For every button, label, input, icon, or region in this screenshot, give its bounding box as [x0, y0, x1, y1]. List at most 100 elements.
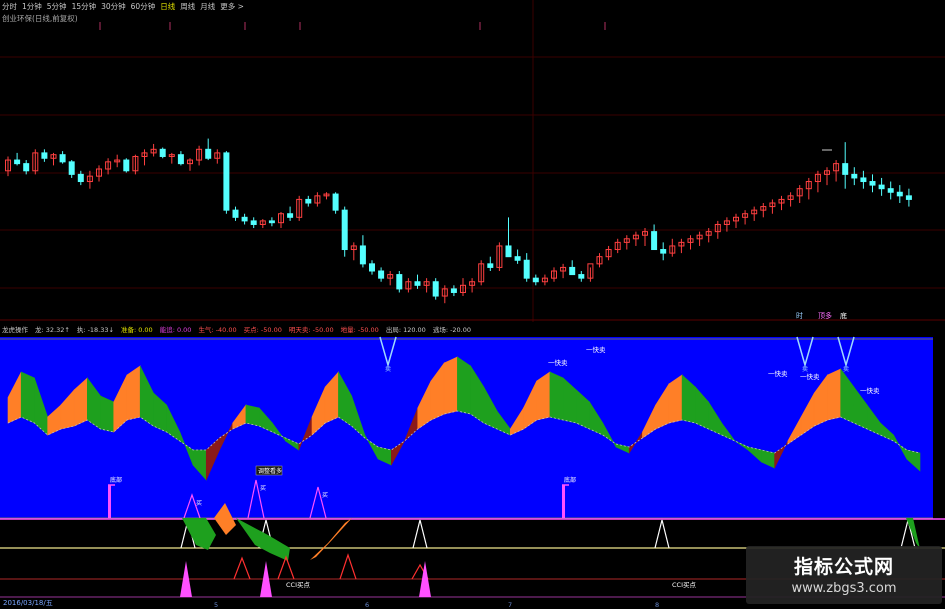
- candle: [678, 238, 685, 254]
- legend-item: 龙虎操作: [2, 326, 28, 334]
- x-tick: 8: [655, 601, 659, 609]
- price-panel[interactable]: 时 顶多底: [0, 0, 945, 322]
- candle: [196, 145, 203, 166]
- legend-item: 准备: 0.00: [120, 326, 153, 334]
- band-segment: [443, 356, 458, 415]
- candle: [851, 167, 858, 186]
- candle: [278, 211, 284, 229]
- buy-label: 底部: [564, 476, 576, 484]
- candle: [833, 160, 840, 182]
- quick-sell-label: 一快卖: [586, 345, 606, 354]
- candle: [405, 278, 412, 293]
- band-segment: [100, 395, 115, 433]
- candle: [469, 278, 476, 293]
- candle: [159, 147, 166, 159]
- peak-label: 买: [322, 491, 328, 499]
- candle: [869, 174, 876, 193]
- price-marker: 顶多: [818, 311, 832, 320]
- candle: [496, 242, 503, 271]
- candle: [250, 217, 257, 229]
- band-extension: [906, 518, 920, 549]
- candle: [551, 267, 557, 282]
- candle: [214, 149, 221, 164]
- sell-label: 卖: [802, 366, 808, 373]
- candle: [560, 263, 567, 279]
- candle: [723, 217, 730, 232]
- candle: [423, 278, 430, 293]
- candle: [842, 142, 849, 189]
- candle: [514, 249, 521, 264]
- candle: [341, 206, 348, 257]
- candle: [623, 235, 630, 250]
- candle: [523, 253, 530, 282]
- yellow-spike: [412, 519, 428, 549]
- candle: [369, 260, 375, 275]
- sell-label: 卖: [385, 366, 391, 373]
- candle: [824, 167, 830, 186]
- x-tick: 5: [214, 601, 218, 609]
- candle: [669, 238, 676, 257]
- legend-item: 生气: -40.00: [198, 326, 237, 334]
- candle: [651, 224, 658, 251]
- quick-sell-label: 一快卖: [860, 386, 880, 395]
- candle: [751, 206, 758, 221]
- buy-marker-bar: [562, 485, 565, 518]
- candle: [132, 154, 139, 175]
- candle: [150, 143, 157, 157]
- quick-sell-label: 一快卖: [768, 369, 788, 378]
- candle: [232, 206, 239, 221]
- candle: [268, 217, 275, 227]
- red-peak: [339, 553, 357, 580]
- band-segment: [549, 371, 564, 421]
- candle: [614, 238, 621, 254]
- legend-item: 出局: 120.00: [385, 326, 426, 334]
- candle: [378, 267, 385, 282]
- candle: [305, 195, 312, 207]
- band-segment: [827, 368, 841, 421]
- candle: [23, 160, 30, 175]
- candle: [432, 278, 439, 300]
- watermark-title: 指标公式网: [793, 556, 894, 578]
- watermark-url: www.zbgs3.com: [791, 581, 897, 596]
- candle: [478, 260, 485, 286]
- watermark: 指标公式网 www.zbgs3.com: [746, 546, 942, 604]
- candle: [205, 138, 212, 161]
- candle: [878, 177, 885, 196]
- legend-item: 买点: -50.00: [243, 326, 282, 334]
- candle: [141, 149, 148, 166]
- candle: [805, 177, 812, 200]
- candle: [177, 151, 184, 166]
- band-extension: [182, 518, 216, 550]
- candle: [687, 235, 694, 250]
- x-tick: 6: [365, 601, 369, 609]
- price-marker: 底: [840, 311, 847, 320]
- red-peak: [277, 555, 295, 580]
- cci-label: CCI买点: [672, 581, 696, 589]
- candle: [605, 245, 612, 261]
- buy-marker-bar: [108, 485, 111, 518]
- candle: [541, 274, 548, 286]
- stock-chart-window: 分时 1分钟 5分钟 15分钟 30分钟 60分钟 日线 周线 月线 更多 > 创业环保(日线,前…: [0, 0, 945, 609]
- candle: [187, 158, 193, 171]
- candle: [387, 271, 394, 286]
- candle: [642, 228, 648, 246]
- candle: [887, 181, 894, 200]
- yellow-spike: [654, 519, 670, 549]
- band-segment: [457, 356, 471, 415]
- candle: [59, 151, 66, 164]
- candle: [105, 158, 112, 175]
- candle: [787, 192, 794, 207]
- adjust-label: 调整看多: [255, 465, 283, 476]
- candle: [32, 149, 39, 175]
- candle: [778, 195, 785, 211]
- legend-item: 能追: 0.00: [159, 326, 192, 334]
- candle: [733, 213, 739, 229]
- candle: [50, 152, 57, 166]
- date-label: 2016/03/18/五: [1, 599, 55, 608]
- peak-label: 买: [196, 499, 202, 507]
- candle: [414, 274, 421, 289]
- quick-sell-label: 一快卖: [548, 358, 568, 367]
- candle: [769, 199, 776, 214]
- candle: [532, 274, 539, 286]
- candle: [742, 210, 749, 225]
